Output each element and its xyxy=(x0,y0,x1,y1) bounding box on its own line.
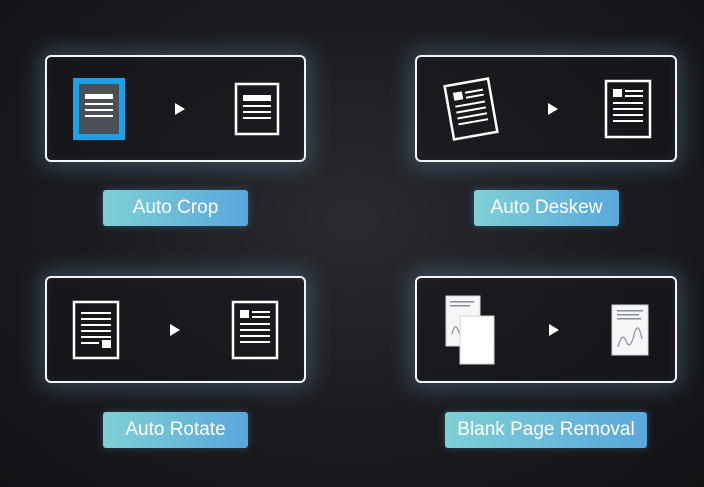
blank-page-removal-label[interactable]: Blank Page Removal xyxy=(445,412,647,448)
auto-rotate-label[interactable]: Auto Rotate xyxy=(103,412,248,448)
auto-deskew-label[interactable]: Auto Deskew xyxy=(474,190,619,226)
document-rotated-icon xyxy=(72,300,120,359)
single-page-icon xyxy=(611,304,649,355)
pages-with-blank-icon xyxy=(445,295,495,364)
auto-rotate-panel[interactable] xyxy=(45,276,306,383)
arrow-right-icon xyxy=(170,323,181,336)
auto-crop-label[interactable]: Auto Crop xyxy=(103,190,248,226)
document-skewed-icon xyxy=(443,76,499,141)
auto-crop-panel[interactable] xyxy=(45,55,306,162)
blank-page-removal-panel[interactable] xyxy=(415,276,677,383)
document-upright-icon xyxy=(231,300,279,359)
arrow-right-icon xyxy=(548,323,559,336)
document-crop-selection-icon xyxy=(73,77,126,140)
arrow-right-icon xyxy=(175,102,186,115)
document-straight-icon xyxy=(604,79,652,138)
arrow-right-icon xyxy=(548,102,558,115)
auto-deskew-panel[interactable] xyxy=(415,55,677,162)
document-cropped-icon xyxy=(234,82,280,135)
